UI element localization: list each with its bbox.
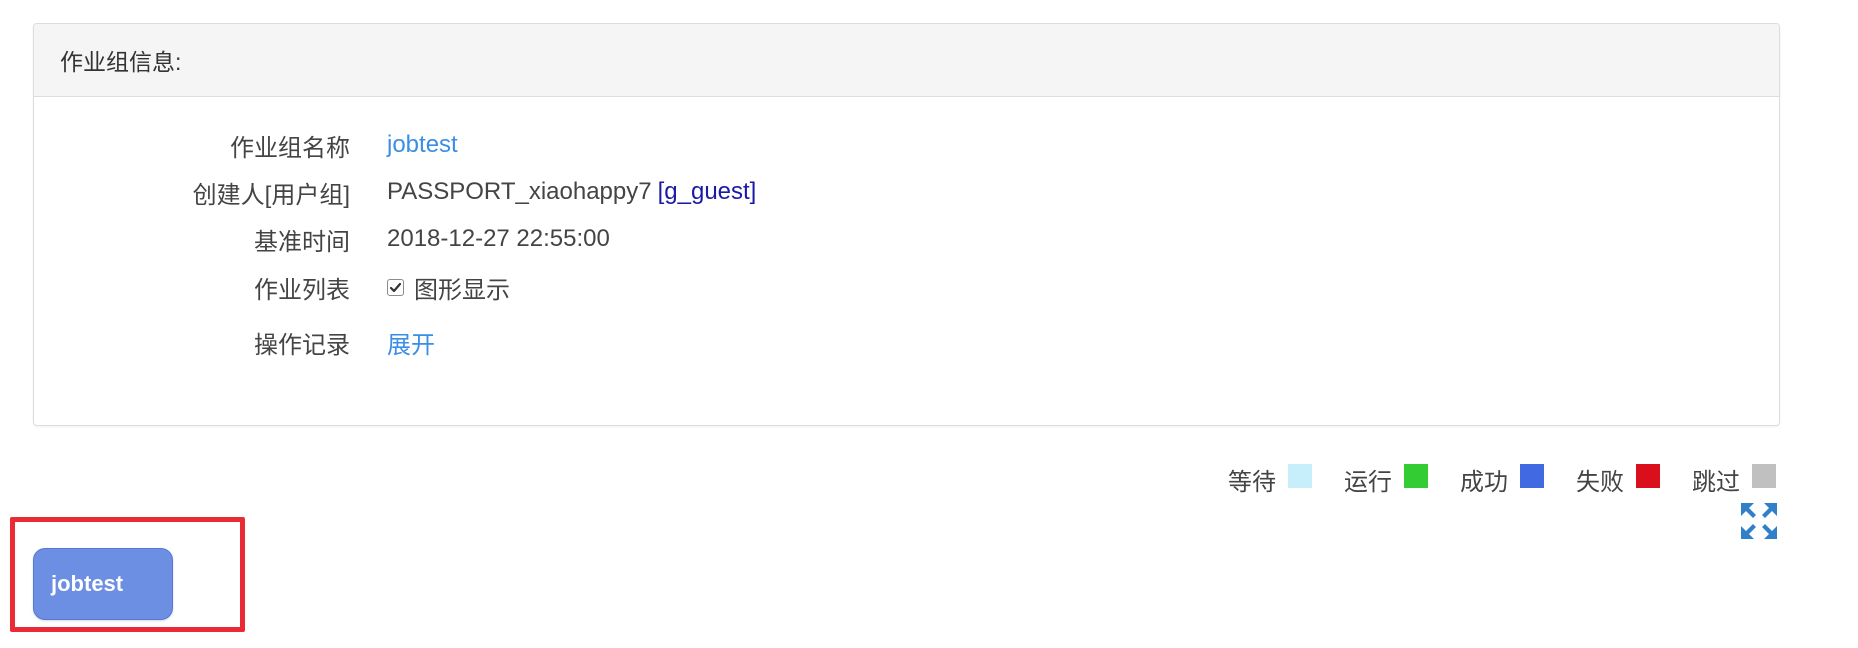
legend-label: 等待: [1228, 469, 1276, 496]
legend-item-waiting: 等待: [1228, 462, 1312, 497]
basetime-label: 基准时间: [254, 228, 350, 256]
expand-arrows-icon: [1741, 503, 1777, 539]
oplog-label: 操作记录: [254, 331, 350, 359]
oplog-value: 展开: [387, 325, 435, 360]
job-group-name-value: jobtest: [387, 131, 458, 159]
job-group-info-panel: 作业组信息: 作业组名称 jobtest 创建人[用户组] PASSPORT_x…: [33, 23, 1780, 426]
legend-item-running: 运行: [1344, 462, 1428, 497]
legend-label: 失败: [1576, 469, 1624, 496]
legend-label: 跳过: [1692, 469, 1740, 496]
legend-swatch: [1520, 463, 1544, 488]
creator-label: 创建人[用户组]: [192, 181, 350, 209]
expand-oplog-link[interactable]: 展开: [387, 325, 435, 360]
basetime-value: 2018-12-27 22:55:00: [387, 225, 610, 252]
legend-swatch: [1404, 463, 1428, 488]
legend-item-failed: 失败: [1576, 462, 1660, 497]
joblist-label: 作业列表: [254, 276, 350, 304]
legend-swatch: [1288, 463, 1312, 488]
job-group-name-link[interactable]: jobtest: [387, 131, 458, 159]
legend-label: 成功: [1460, 469, 1508, 496]
creator-group-link[interactable]: [g_guest]: [658, 178, 757, 206]
legend-item-success: 成功: [1460, 462, 1544, 497]
info-row-joblist: 作业列表 图形显示: [34, 270, 510, 304]
status-legend: 等待 运行 成功 失败 跳过: [1228, 462, 1776, 497]
job-node-jobtest[interactable]: jobtest: [33, 548, 173, 620]
fullscreen-button[interactable]: [1740, 502, 1778, 540]
info-row-name: 作业组名称 jobtest: [34, 128, 458, 162]
graph-display-checkbox[interactable]: [387, 278, 404, 296]
creator-name: PASSPORT_xiaohappy7: [387, 178, 652, 205]
legend-label: 运行: [1344, 469, 1392, 496]
panel-title: 作业组信息:: [34, 24, 1779, 97]
info-row-oplog: 操作记录 展开: [34, 325, 435, 359]
checkmark-icon: [389, 282, 402, 292]
joblist-value: 图形显示: [387, 270, 510, 305]
creator-value: PASSPORT_xiaohappy7 [g_guest]: [387, 178, 756, 206]
graph-display-label: 图形显示: [414, 276, 510, 304]
legend-swatch: [1636, 463, 1660, 488]
legend-item-skipped: 跳过: [1692, 462, 1776, 497]
job-group-name-label: 作业组名称: [230, 134, 350, 162]
info-row-basetime: 基准时间 2018-12-27 22:55:00: [34, 222, 610, 256]
info-row-creator: 创建人[用户组] PASSPORT_xiaohappy7 [g_guest]: [34, 175, 757, 209]
legend-swatch: [1752, 463, 1776, 488]
